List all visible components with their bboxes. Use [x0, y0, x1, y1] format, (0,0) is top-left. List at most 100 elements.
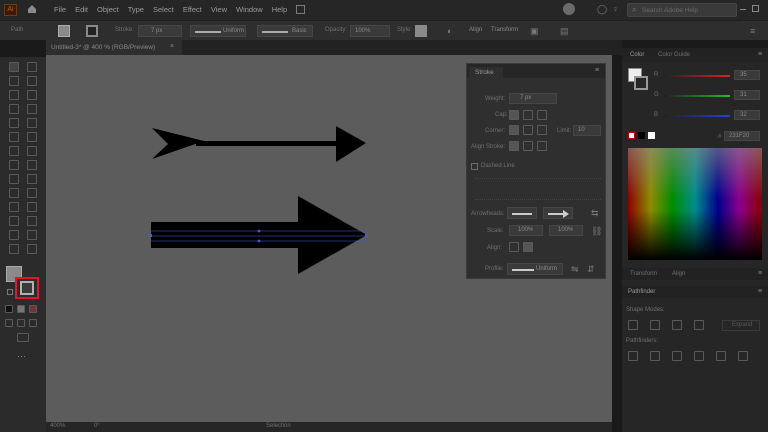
account-avatar[interactable]: [563, 3, 575, 15]
home-icon[interactable]: [27, 4, 37, 14]
menu-edit[interactable]: Edit: [75, 5, 88, 14]
perspective-grid-tool-icon[interactable]: [27, 174, 37, 184]
weight-field[interactable]: 7 px: [509, 93, 557, 104]
free-transform-tool-icon[interactable]: [27, 160, 37, 170]
b-field[interactable]: 32: [734, 110, 760, 120]
blend-tool-icon[interactable]: [27, 202, 37, 212]
curvature-tool-icon[interactable]: [27, 90, 37, 100]
maximize-button[interactable]: [752, 5, 759, 12]
slice-tool-icon[interactable]: [27, 230, 37, 240]
align-tab[interactable]: Align: [672, 271, 685, 277]
round-cap-icon[interactable]: [523, 110, 533, 120]
magic-wand-tool-icon[interactable]: [9, 76, 19, 86]
arrange-icon[interactable]: ▤: [560, 26, 569, 36]
eyedropper-tool-icon[interactable]: [9, 202, 19, 212]
style-swatch[interactable]: [415, 25, 427, 37]
start-arrowhead-select[interactable]: [507, 207, 537, 219]
color-tab[interactable]: Color: [630, 52, 644, 58]
menu-type[interactable]: Type: [128, 5, 144, 14]
thin-arrow[interactable]: [152, 126, 366, 162]
warp-tool-icon[interactable]: [9, 160, 19, 170]
black-swatch[interactable]: [638, 132, 645, 139]
pathfinder-tab[interactable]: Pathfinder: [628, 289, 655, 295]
flip-across-icon[interactable]: ⇵: [587, 264, 595, 274]
draw-inside-icon[interactable]: [29, 319, 37, 327]
artboard-tool-icon[interactable]: [9, 230, 19, 240]
paintbrush-tool-icon[interactable]: [27, 118, 37, 128]
pen-tool-icon[interactable]: [9, 90, 19, 100]
g-slider[interactable]: [664, 95, 730, 97]
white-swatch[interactable]: [648, 132, 655, 139]
align-link[interactable]: Align: [469, 27, 482, 33]
close-tab-icon[interactable]: ×: [170, 43, 174, 50]
color-spectrum[interactable]: [628, 148, 762, 260]
hand-tool-icon[interactable]: [9, 244, 19, 254]
discover-icon[interactable]: ◯: [597, 4, 607, 14]
menu-view[interactable]: View: [211, 5, 227, 14]
hex-field[interactable]: 231F20: [724, 131, 760, 141]
unite-icon[interactable]: [628, 320, 638, 330]
align-outside-icon[interactable]: [537, 141, 547, 151]
shaper-tool-icon[interactable]: [9, 132, 19, 142]
end-arrowhead-select[interactable]: [543, 207, 573, 219]
variable-width-profile[interactable]: Uniform: [190, 25, 246, 37]
color-stroke-swatch[interactable]: [634, 76, 648, 90]
document-tab[interactable]: Untitled-3* @ 400 % (RGB/Preview) ×: [46, 40, 182, 55]
stroke-color-swatch-highlighted[interactable]: [15, 277, 39, 299]
color-guide-tab[interactable]: Color Guide: [658, 52, 690, 58]
projecting-cap-icon[interactable]: [537, 110, 547, 120]
bevel-join-icon[interactable]: [537, 125, 547, 135]
rotation-angle[interactable]: 0°: [94, 423, 100, 429]
scale-tool-icon[interactable]: [27, 146, 37, 156]
outline-icon[interactable]: [716, 351, 726, 361]
eraser-tool-icon[interactable]: [27, 132, 37, 142]
menu-file[interactable]: File: [54, 5, 66, 14]
draw-mode-icon[interactable]: [5, 319, 13, 327]
edit-toolbar-icon[interactable]: ···: [17, 351, 26, 361]
dash-gap-fields[interactable]: [475, 178, 601, 200]
workspace-switcher-icon[interactable]: [296, 5, 305, 14]
divide-icon[interactable]: [628, 351, 638, 361]
arrow-tip-at-end-icon[interactable]: [523, 242, 533, 252]
butt-cap-icon[interactable]: [509, 110, 519, 120]
draw-behind-icon[interactable]: [17, 319, 25, 327]
align-center-icon[interactable]: [509, 141, 519, 151]
panel-menu-icon[interactable]: ≡: [758, 51, 762, 58]
swap-colors-icon[interactable]: [7, 289, 13, 295]
minus-back-icon[interactable]: [738, 351, 748, 361]
r-slider[interactable]: [664, 75, 730, 77]
panel-menu-icon[interactable]: ≡: [758, 270, 762, 277]
transform-link[interactable]: Transform: [491, 27, 518, 33]
arrow-tip-beyond-icon[interactable]: [509, 242, 519, 252]
flip-along-icon[interactable]: ⇋: [571, 264, 579, 274]
panel-menu-icon[interactable]: ≡: [750, 26, 755, 36]
zoom-level[interactable]: 400%: [50, 423, 65, 429]
thick-arrow-selected[interactable]: [149, 196, 368, 274]
menu-select[interactable]: Select: [153, 5, 174, 14]
panel-menu-icon[interactable]: ≡: [595, 67, 599, 74]
r-field[interactable]: 35: [734, 70, 760, 80]
minus-front-icon[interactable]: [650, 320, 660, 330]
panel-menu-icon[interactable]: ≡: [758, 288, 762, 295]
none-mode-icon[interactable]: [29, 305, 37, 313]
minimize-button[interactable]: [740, 9, 746, 10]
isolate-icon[interactable]: ▣: [530, 26, 539, 36]
trim-icon[interactable]: [650, 351, 660, 361]
none-swatch[interactable]: [628, 132, 635, 139]
mesh-tool-icon[interactable]: [9, 188, 19, 198]
crop-icon[interactable]: [694, 351, 704, 361]
stroke-weight-field[interactable]: 7 px: [138, 25, 182, 37]
exclude-icon[interactable]: [694, 320, 704, 330]
menu-effect[interactable]: Effect: [183, 5, 202, 14]
intersect-icon[interactable]: [672, 320, 682, 330]
graph-tool-icon[interactable]: [27, 216, 37, 226]
zoom-tool-icon[interactable]: [27, 244, 37, 254]
recolor-icon[interactable]: ◐: [447, 26, 452, 36]
profile-select[interactable]: Uniform: [507, 263, 563, 275]
b-slider[interactable]: [664, 115, 730, 117]
menu-help[interactable]: Help: [272, 5, 287, 14]
merge-icon[interactable]: [672, 351, 682, 361]
swap-arrowheads-icon[interactable]: ⇆: [591, 208, 599, 218]
g-field[interactable]: 31: [734, 90, 760, 100]
opacity-field[interactable]: 100%: [350, 25, 390, 37]
